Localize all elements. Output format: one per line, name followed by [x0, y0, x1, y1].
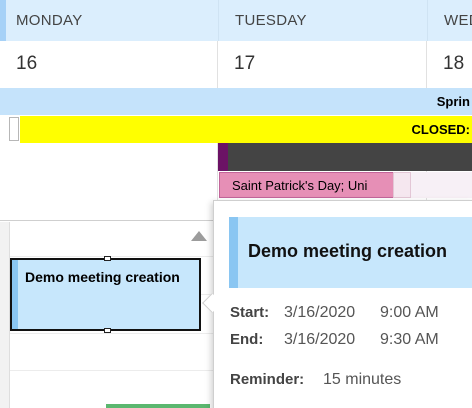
day-name-monday: MONDAY [16, 12, 83, 29]
date-cell-18[interactable]: 18 [427, 41, 472, 88]
all-day-event-dark[interactable] [218, 143, 472, 171]
reminder-label: Reminder: [230, 371, 305, 388]
start-label: Start: [230, 304, 270, 321]
calendar-event-selected[interactable]: Demo meeting creation [10, 256, 201, 333]
resize-handle-bottom[interactable] [104, 328, 111, 333]
day-header-tuesday[interactable]: TUESDAY [218, 0, 427, 41]
date-cell-17[interactable]: 17 [218, 41, 427, 88]
all-day-event-saint-patricks-day[interactable]: Saint Patrick's Day; Uni [219, 172, 399, 198]
all-day-event-closed[interactable]: CLOSED: [20, 116, 472, 143]
end-date: 3/16/2020 [284, 331, 356, 348]
end-label: End: [230, 331, 264, 348]
event-title: Demo meeting creation [25, 269, 180, 285]
event-accent-bar [12, 260, 18, 329]
date-number: 18 [443, 53, 465, 74]
event-continuation-tab [9, 117, 19, 141]
scroll-up-arrow-icon[interactable] [191, 231, 207, 241]
event-color-tab [218, 143, 228, 171]
all-day-event-spring[interactable]: Sprin [0, 88, 472, 115]
date-number: 16 [16, 53, 38, 74]
time-gutter [0, 222, 10, 408]
event-label: CLOSED: [411, 122, 471, 137]
date-cell-16[interactable]: 16 [0, 41, 218, 88]
event-strip-green[interactable] [106, 404, 210, 408]
event-overflow-segment [393, 172, 411, 198]
peek-accent-bar [229, 217, 238, 288]
event-label: Saint Patrick's Day; Uni [232, 178, 368, 193]
event-peek-popup[interactable]: Demo meeting creation Start: 3/16/2020 9… [213, 200, 472, 408]
end-time: 9:30 AM [380, 331, 439, 348]
reminder-value: 15 minutes [323, 371, 402, 388]
peek-title: Demo meeting creation [248, 241, 448, 261]
day-name-wednesday: WED [444, 12, 472, 29]
day-header-wednesday[interactable]: WED [427, 0, 472, 41]
peek-header[interactable]: Demo meeting creation [229, 217, 472, 288]
date-number: 17 [234, 53, 256, 74]
day-header-monday[interactable]: MONDAY [0, 0, 218, 41]
event-label: Sprin [436, 94, 470, 109]
event-overflow-segment [411, 172, 472, 198]
calendar-week-view: MONDAY TUESDAY WED 16 17 18 Sprin CLOSED… [0, 0, 472, 408]
start-time: 9:00 AM [380, 304, 439, 321]
start-date: 3/16/2020 [284, 304, 356, 321]
day-name-tuesday: TUESDAY [235, 12, 307, 29]
resize-handle-top[interactable] [104, 256, 111, 261]
